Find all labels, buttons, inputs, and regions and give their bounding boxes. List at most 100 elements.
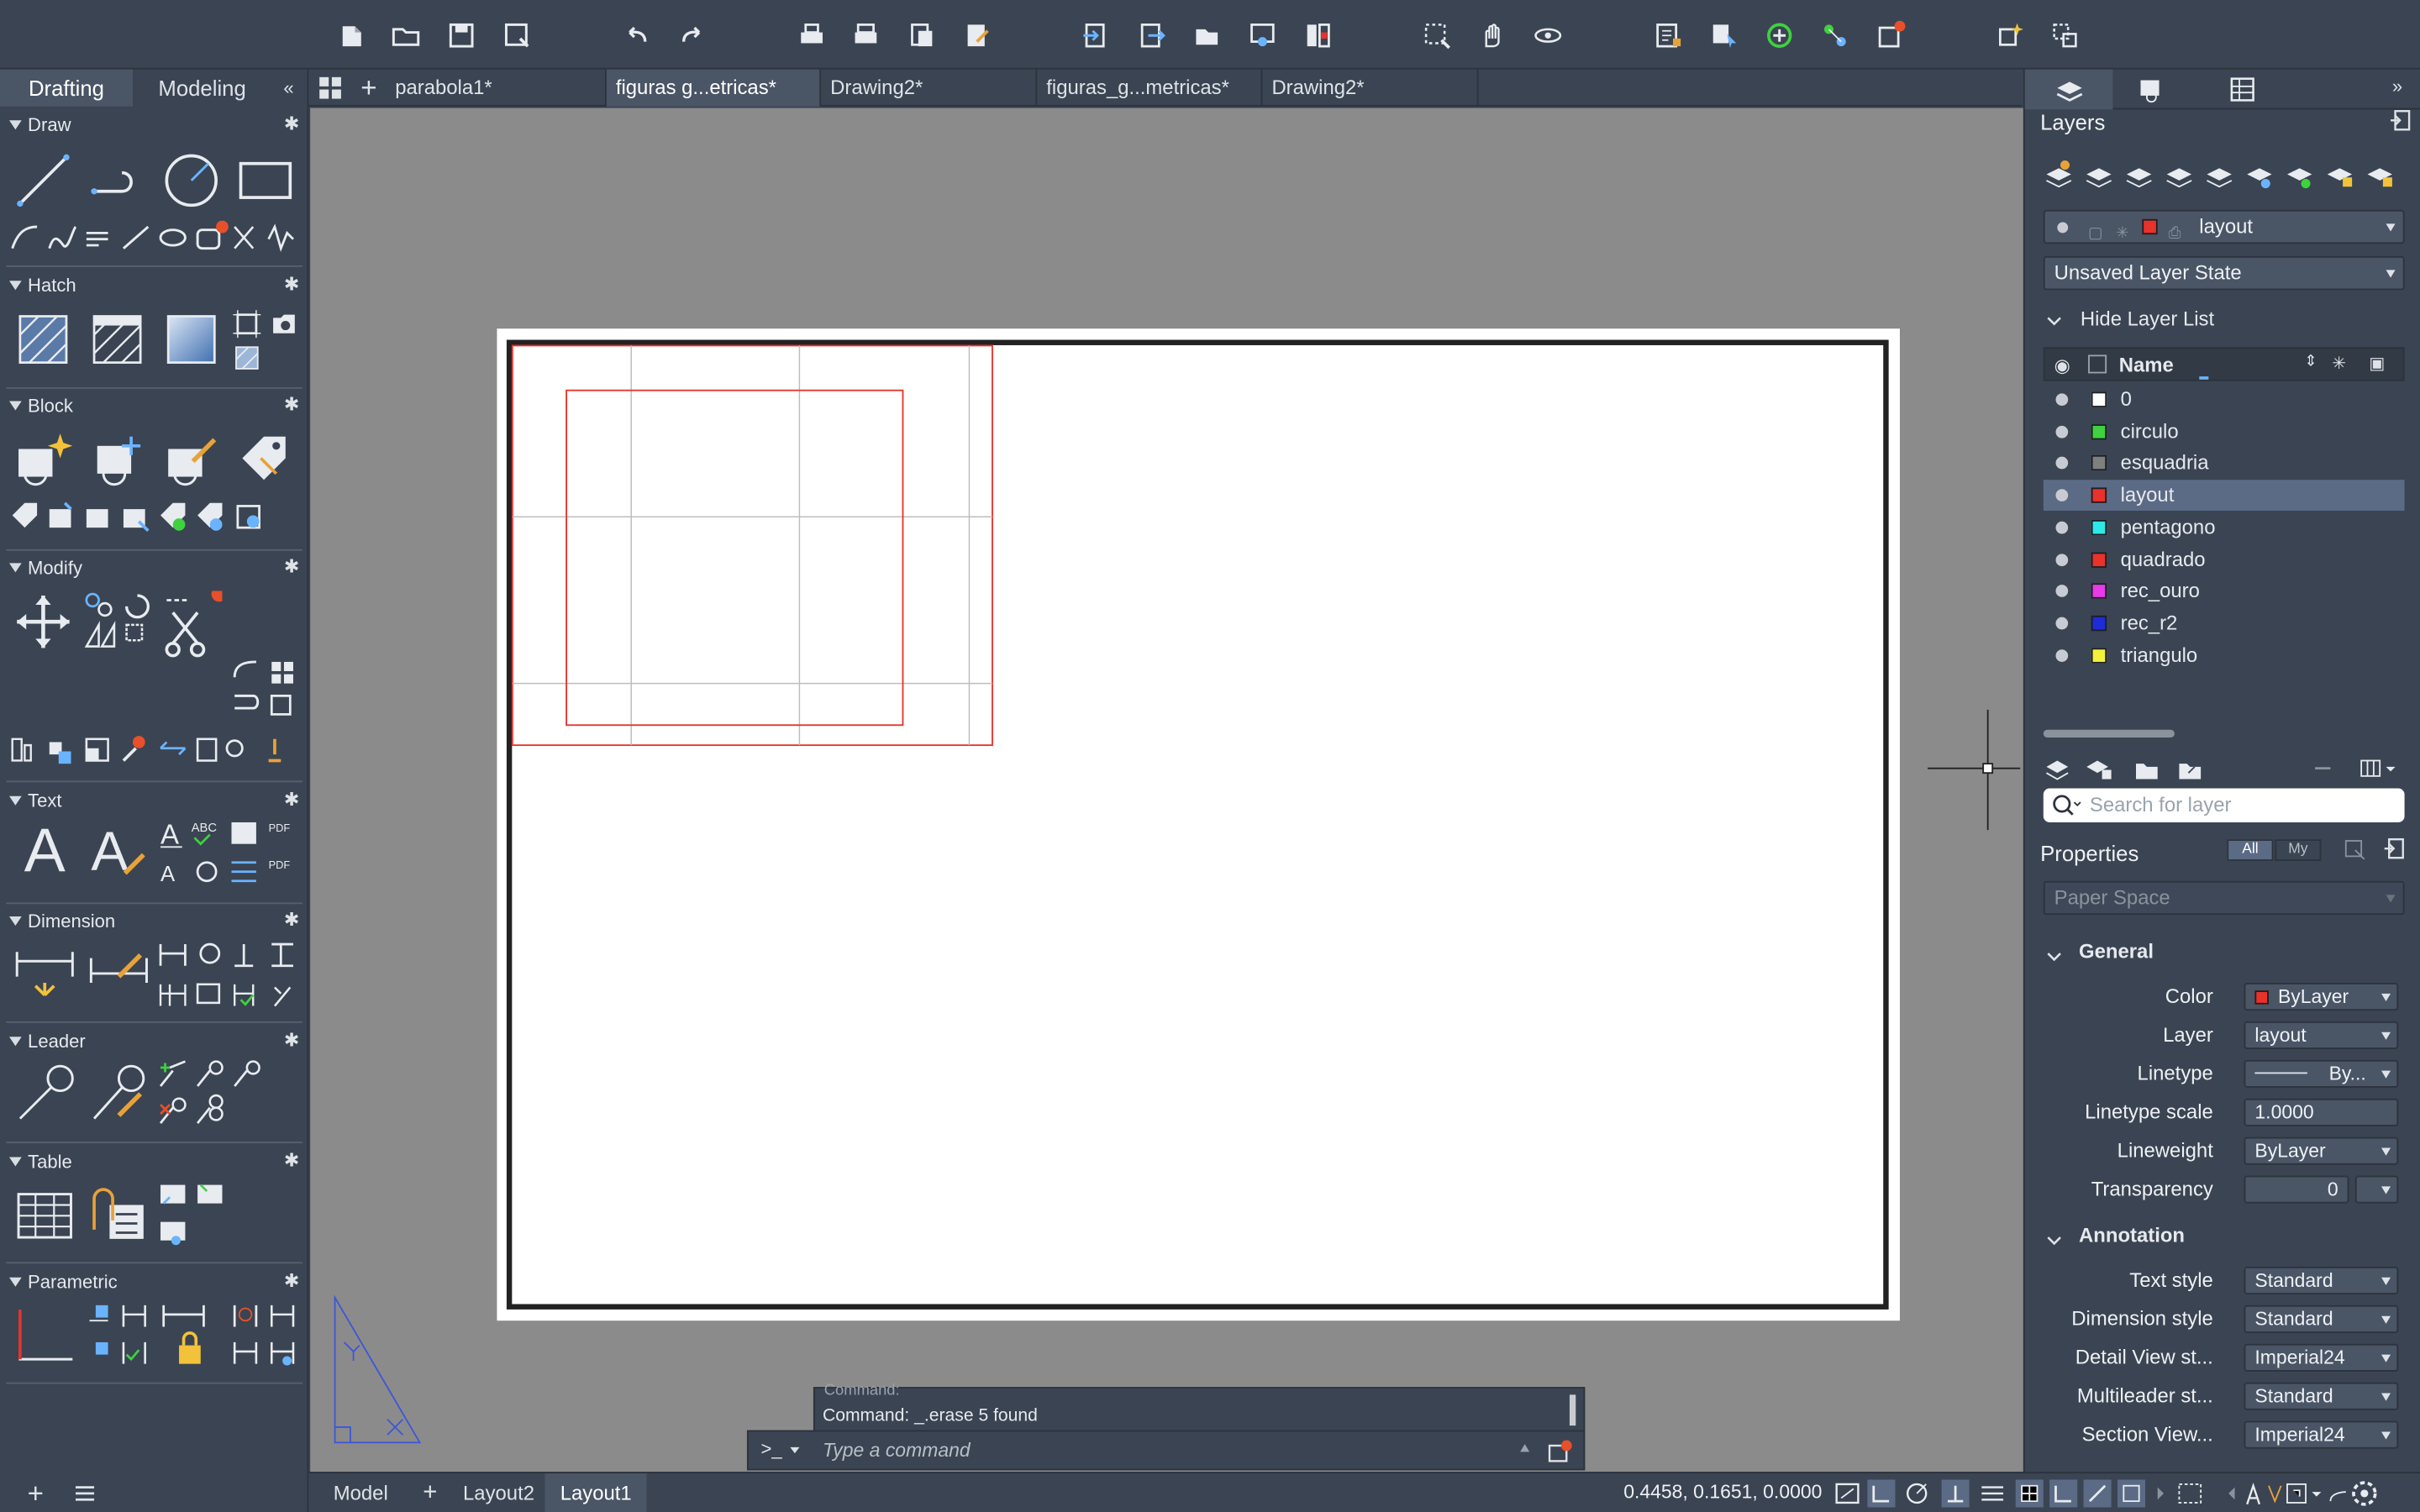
- blocks-tab-icon[interactable]: [2136, 76, 2170, 107]
- undo-icon[interactable]: [622, 20, 653, 51]
- property-value[interactable]: 1.0000: [2244, 1098, 2399, 1126]
- xref-icon[interactable]: [1876, 20, 1907, 51]
- table-tool-icon[interactable]: [13, 1182, 77, 1247]
- redo-icon[interactable]: [676, 20, 707, 51]
- tab-modeling[interactable]: Modeling: [133, 70, 271, 107]
- layer-color-swatch[interactable]: [2091, 455, 2107, 471]
- scrollbar[interactable]: [1569, 1394, 1576, 1426]
- layers-tab[interactable]: [2024, 69, 2113, 110]
- expand-panel-icon[interactable]: »: [2392, 76, 2402, 97]
- menu-icon[interactable]: [71, 1479, 98, 1507]
- freeze-column-icon[interactable]: ✳: [2332, 354, 2346, 373]
- drawing-canvas[interactable]: [310, 108, 2023, 1473]
- hatch-edit-icon[interactable]: [87, 308, 148, 370]
- gear-icon[interactable]: ✱: [284, 789, 299, 811]
- block-editor-icon[interactable]: [160, 429, 222, 491]
- gear-icon[interactable]: ✱: [284, 1149, 299, 1171]
- tab-layout2[interactable]: Layout2: [448, 1473, 550, 1512]
- add-selected-icon[interactable]: [1764, 20, 1795, 51]
- layer-state-dropdown[interactable]: Unsaved Layer State: [2043, 255, 2405, 291]
- visible-icon[interactable]: [2055, 425, 2069, 438]
- mleader-style-icon[interactable]: [87, 1062, 151, 1126]
- section-dimension[interactable]: Dimension ✱: [0, 909, 308, 937]
- batch-plot-icon[interactable]: [850, 20, 881, 51]
- layer-color-swatch[interactable]: [2091, 583, 2107, 599]
- doc-tab[interactable]: figuras_g...metricas*: [1037, 69, 1263, 107]
- hatch-tool-icon[interactable]: [13, 308, 74, 370]
- plot-icon[interactable]: [797, 20, 828, 51]
- circle-tool-icon[interactable]: [160, 150, 222, 211]
- insert-block-icon[interactable]: [87, 429, 148, 491]
- layer-row[interactable]: pentagono: [2044, 512, 2405, 543]
- gear-icon[interactable]: ✱: [284, 1270, 299, 1292]
- command-customize-icon[interactable]: [1548, 1440, 1572, 1462]
- layer-row[interactable]: triangulo: [2044, 639, 2405, 670]
- eye-icon[interactable]: ◉: [2054, 354, 2070, 376]
- scrollbar[interactable]: [2043, 729, 2175, 738]
- section-leader[interactable]: Leader ✱: [0, 1029, 308, 1057]
- status-toggles-icon[interactable]: [1833, 1479, 2420, 1508]
- section-parametric[interactable]: Parametric ✱: [0, 1270, 308, 1298]
- save-as-icon[interactable]: [502, 20, 533, 51]
- layer-color-swatch[interactable]: [2091, 391, 2107, 407]
- visible-icon[interactable]: [2055, 521, 2069, 534]
- layer-color-swatch[interactable]: [2091, 519, 2107, 535]
- visible-icon[interactable]: [2055, 393, 2069, 407]
- block-tools-row-icon[interactable]: [9, 500, 271, 533]
- dim-style-icon[interactable]: [87, 941, 151, 1005]
- chevron-down-icon[interactable]: [2046, 1230, 2061, 1246]
- save-icon[interactable]: [446, 20, 477, 51]
- detach-panel-icon[interactable]: [2389, 109, 2411, 131]
- new-file-icon[interactable]: [336, 20, 367, 51]
- layer-color-swatch[interactable]: [2091, 423, 2107, 439]
- modify-tools-icon[interactable]: [83, 591, 223, 661]
- properties-icon[interactable]: [1653, 20, 1684, 51]
- annotation-section-header[interactable]: Annotation: [2079, 1224, 2185, 1247]
- quick-select-icon[interactable]: [2343, 837, 2367, 860]
- chevron-down-icon[interactable]: [790, 1446, 800, 1454]
- start-grid-icon[interactable]: [317, 74, 345, 102]
- gear-icon[interactable]: ✱: [284, 393, 299, 415]
- modify-tools-2-icon[interactable]: [229, 656, 299, 733]
- transparency-mode-dropdown[interactable]: [2354, 1175, 2399, 1204]
- attach-icon[interactable]: [1192, 20, 1223, 51]
- gear-icon[interactable]: ✱: [284, 113, 299, 134]
- data-link-icon[interactable]: [87, 1182, 151, 1247]
- current-layer-dropdown[interactable]: ▢ ✳ ⎙ layout: [2043, 209, 2405, 244]
- lock-column-icon[interactable]: ▣: [2369, 354, 2385, 373]
- doc-tab[interactable]: Drawing2*: [821, 69, 1038, 107]
- visible-icon[interactable]: [2055, 553, 2069, 566]
- pan-icon[interactable]: [1477, 20, 1508, 51]
- new-tab-icon[interactable]: +: [355, 71, 382, 103]
- group-icon[interactable]: [1819, 20, 1850, 51]
- visible-icon[interactable]: [2055, 617, 2069, 630]
- command-prompt-icon[interactable]: >_: [760, 1438, 781, 1460]
- property-value[interactable]: Standard: [2244, 1382, 2399, 1410]
- color-column-icon[interactable]: [2088, 354, 2107, 374]
- layer-row[interactable]: quadrado: [2044, 543, 2405, 575]
- filter-my-button[interactable]: My: [2275, 839, 2322, 861]
- section-hatch[interactable]: Hatch ✱: [0, 273, 308, 301]
- layer-color-swatch[interactable]: [2091, 551, 2107, 567]
- chevron-down-icon[interactable]: [2046, 310, 2061, 326]
- section-block[interactable]: Block ✱: [0, 393, 308, 421]
- move-tool-icon[interactable]: [13, 591, 74, 652]
- match-properties-icon[interactable]: [1708, 20, 1739, 51]
- export-icon[interactable]: [1136, 20, 1167, 51]
- dimension-tools-icon[interactable]: [157, 938, 299, 1012]
- filter-all-button[interactable]: All: [2227, 839, 2274, 861]
- coordinates-readout[interactable]: 0.4458, 0.1651, 0.0000: [1623, 1481, 1822, 1503]
- sheet-set-icon[interactable]: [1302, 20, 1334, 51]
- layer-search-input[interactable]: Search for layer: [2090, 793, 2232, 816]
- property-value[interactable]: ByLayer: [2244, 1137, 2399, 1165]
- layer-row[interactable]: rec_ouro: [2044, 575, 2405, 606]
- selection-context-dropdown[interactable]: Paper Space: [2043, 880, 2405, 916]
- text-tools-icon[interactable]: A ABC PDF A PDF: [157, 816, 299, 890]
- leader-tools-icon[interactable]: [157, 1058, 266, 1129]
- orbit-icon[interactable]: [1533, 20, 1564, 51]
- layer-row[interactable]: esquadria: [2044, 448, 2405, 479]
- boundary-icon[interactable]: [232, 308, 263, 339]
- layer-color-swatch[interactable]: [2091, 487, 2107, 503]
- property-value[interactable]: ByLayer: [2244, 982, 2399, 1011]
- name-column-header[interactable]: Name: [2119, 354, 2174, 377]
